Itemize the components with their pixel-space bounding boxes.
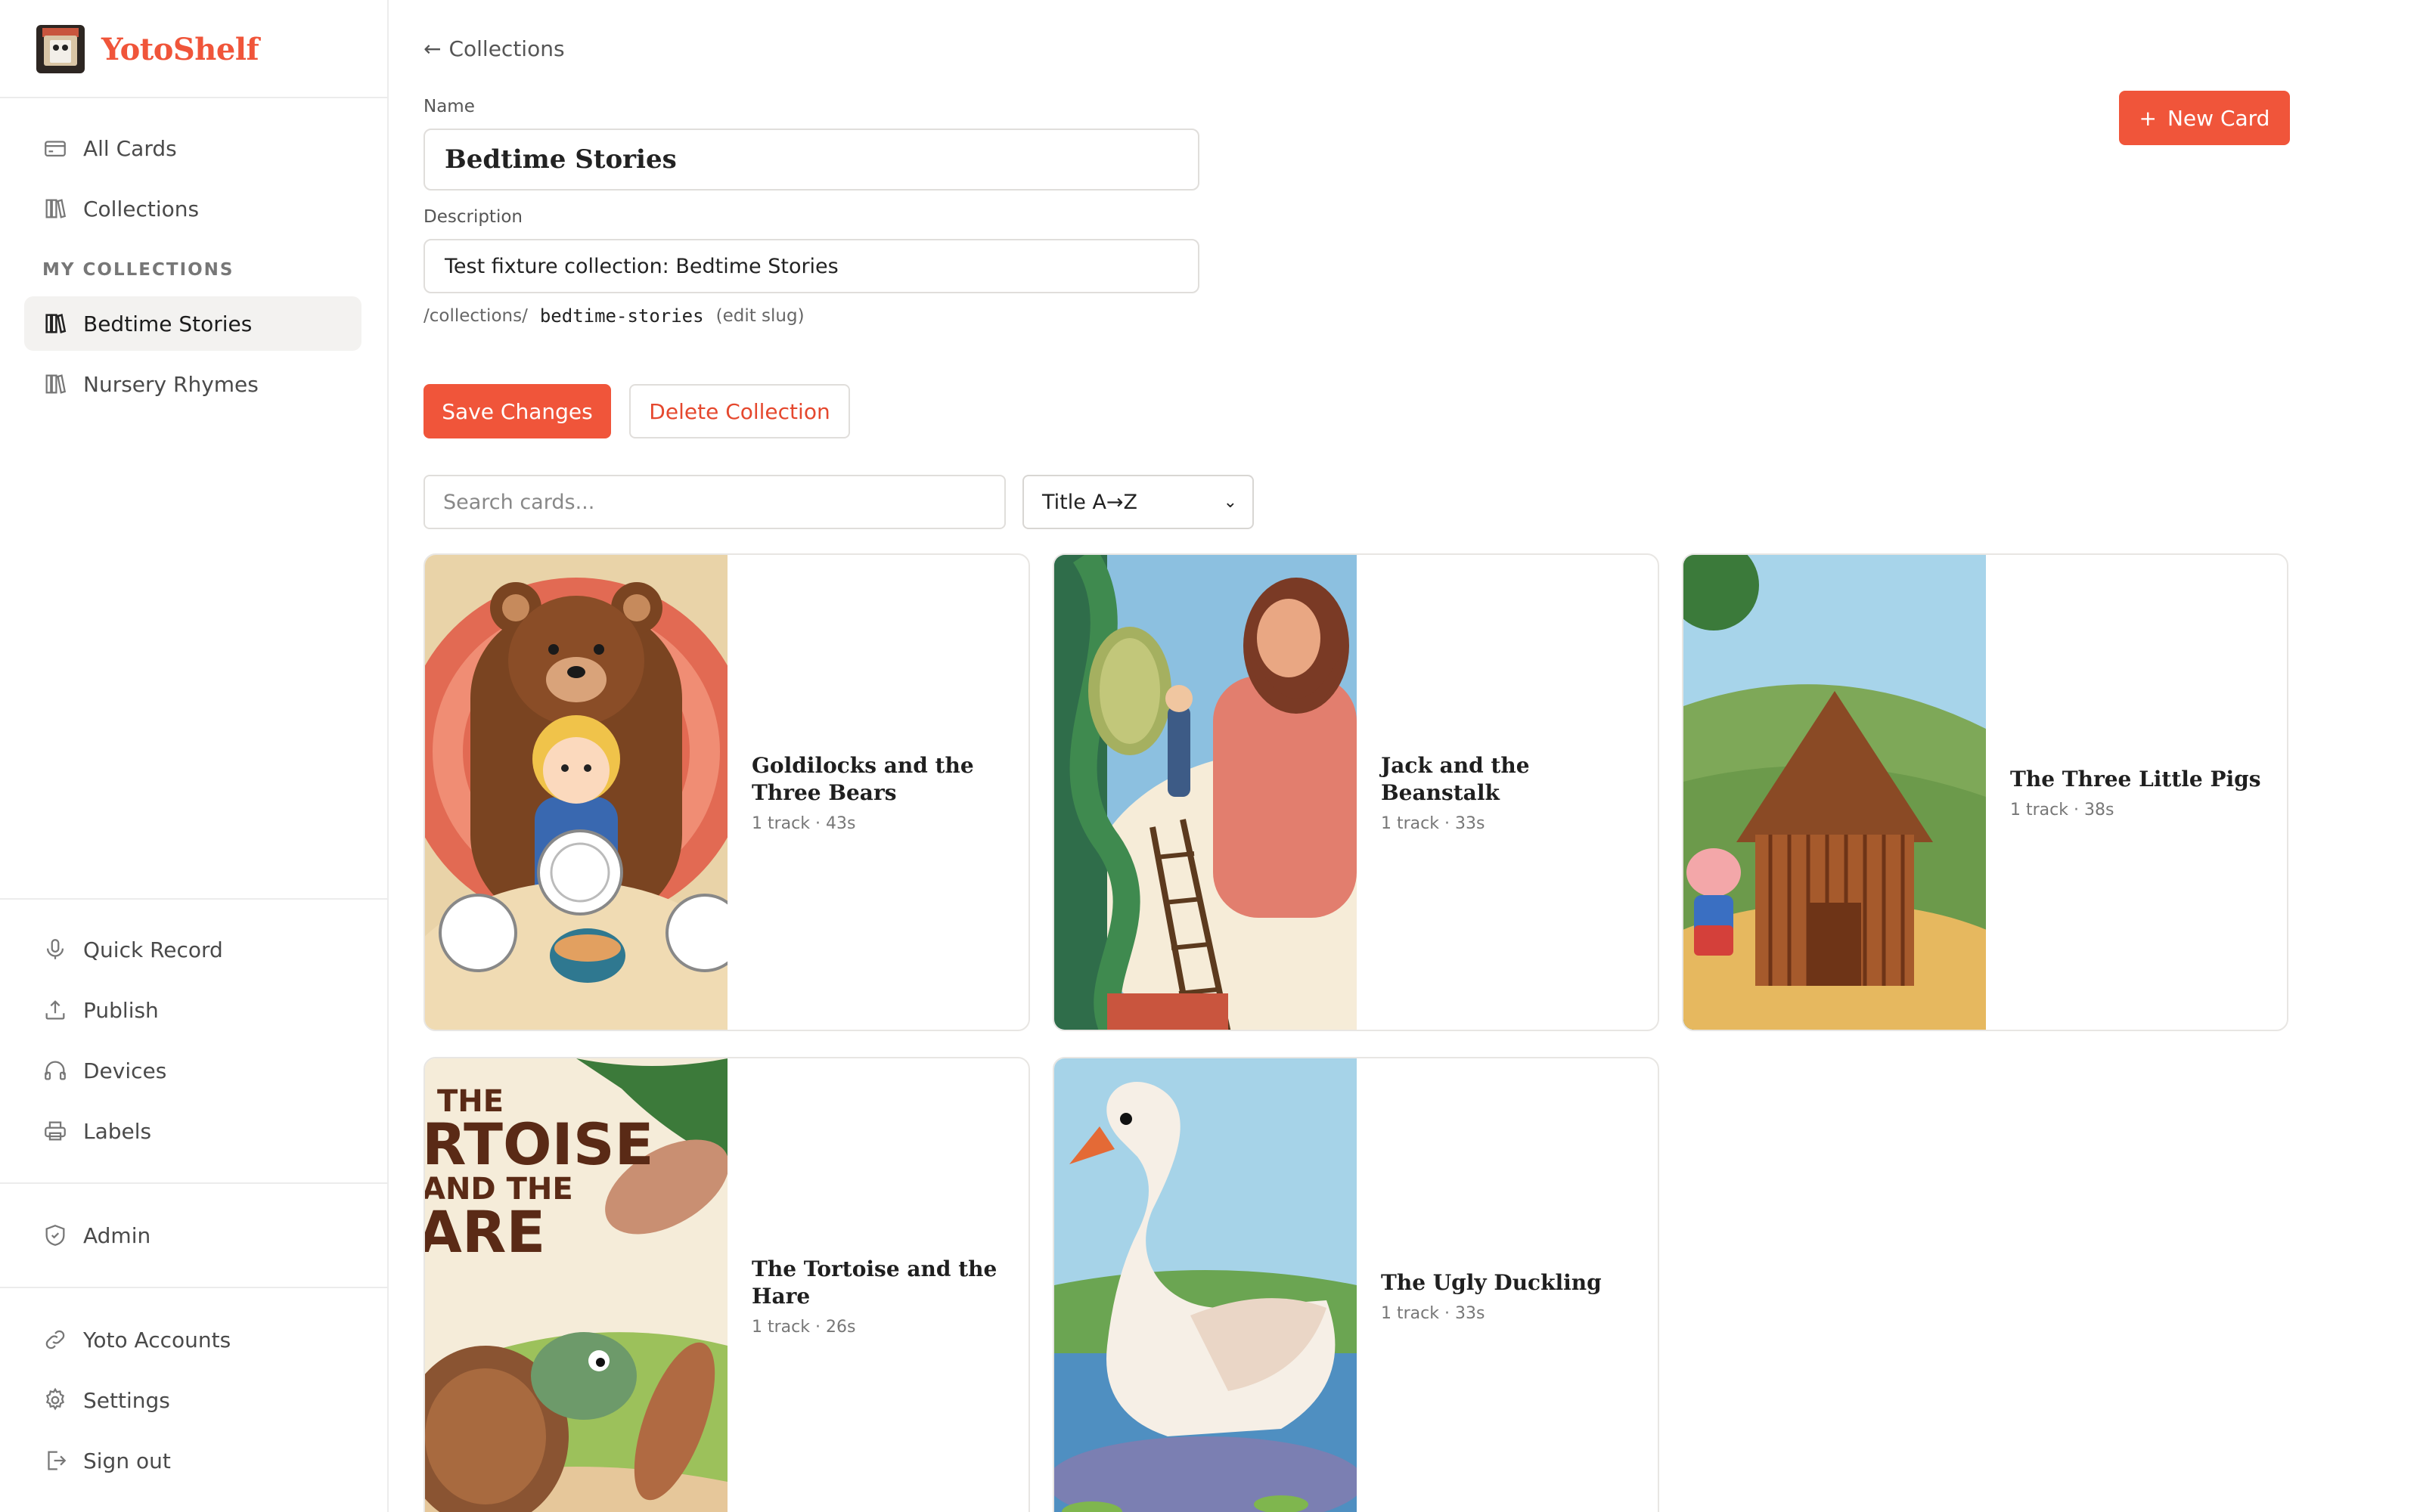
brand[interactable]: YotoShelf — [36, 24, 259, 74]
card-cover-image — [1054, 1058, 1357, 1512]
cover-title-text: ARE — [425, 1198, 545, 1266]
sidebar-item-publish[interactable]: Publish — [24, 983, 361, 1037]
new-card-label: New Card — [2167, 105, 2270, 131]
upload-icon — [42, 997, 68, 1023]
new-card-button[interactable]: + New Card — [2119, 91, 2290, 145]
sidebar-item-label: All Cards — [83, 135, 177, 161]
sidebar-item-label: Devices — [83, 1058, 167, 1083]
card-meta: 1 track · 43s — [752, 813, 856, 833]
sidebar-item-admin[interactable]: Admin — [24, 1208, 361, 1263]
card-tile[interactable]: The Three Little Pigs 1 track · 38s — [1682, 553, 2288, 1031]
books-icon — [42, 311, 68, 336]
sidebar-item-nursery-rhymes[interactable]: Nursery Rhymes — [24, 357, 361, 411]
card-meta: 1 track · 38s — [2010, 800, 2114, 820]
card-tile[interactable]: The Ugly Duckling 1 track · 33s — [1053, 1057, 1659, 1512]
sidebar-item-bedtime-stories[interactable]: Bedtime Stories — [24, 296, 361, 351]
printer-icon — [42, 1118, 68, 1144]
sidebar-item-label: Sign out — [83, 1448, 171, 1473]
app-name: YotoShelf — [101, 31, 259, 67]
sidebar-divider — [0, 898, 387, 900]
sidebar-item-label: Labels — [83, 1118, 152, 1144]
sidebar-item-label: Yoto Accounts — [83, 1327, 231, 1352]
sidebar-item-collections[interactable]: Collections — [24, 181, 361, 236]
delete-collection-button[interactable]: Delete Collection — [629, 384, 850, 438]
cover-title-text: RTOISE — [425, 1111, 654, 1178]
card-cover-image — [425, 555, 728, 1030]
search-cards-input[interactable]: Search cards... — [424, 475, 1006, 529]
collection-name-input[interactable]: Bedtime Stories — [424, 129, 1199, 191]
card-title: The Tortoise and the Hare — [752, 1256, 997, 1309]
card-info: The Ugly Duckling 1 track · 33s — [1357, 1058, 1658, 1512]
sidebar-item-all-cards[interactable]: All Cards — [24, 121, 361, 175]
card-title: The Ugly Duckling — [1381, 1269, 1602, 1295]
headphones-icon — [42, 1058, 68, 1083]
card-meta: 1 track · 33s — [1381, 1303, 1485, 1323]
card-info: The Three Little Pigs 1 track · 38s — [1986, 555, 2287, 1030]
card-tile[interactable]: Jack and the Beanstalk 1 track · 33s — [1053, 553, 1659, 1031]
sidebar-item-label: Publish — [83, 997, 159, 1023]
slug-row: /collections/ bedtime-stories (edit slug… — [424, 305, 805, 327]
sidebar-item-sign-out[interactable]: Sign out — [24, 1433, 361, 1488]
sidebar-item-quick-record[interactable]: Quick Record — [24, 922, 361, 977]
card-info: Goldilocks and the Three Bears 1 track ·… — [728, 555, 1028, 1030]
sidebar-divider — [0, 97, 387, 98]
name-label: Name — [424, 97, 475, 116]
save-changes-button[interactable]: Save Changes — [424, 384, 611, 438]
sidebar-divider — [0, 1182, 387, 1184]
card-tile[interactable]: THE RTOISE AND THE ARE The Tortoise and … — [424, 1057, 1030, 1512]
sidebar-item-label: Quick Record — [83, 937, 223, 962]
sidebar-item-label: Nursery Rhymes — [83, 371, 259, 397]
chevron-down-icon: ⌄ — [1223, 492, 1237, 512]
sidebar-item-label: Admin — [83, 1222, 151, 1248]
microphone-icon — [42, 937, 68, 962]
sidebar-item-label: Bedtime Stories — [83, 311, 253, 336]
sidebar-divider — [0, 1287, 387, 1288]
card-title: Jack and the Beanstalk — [1381, 752, 1530, 805]
back-link-label: Collections — [448, 36, 565, 61]
card-info: Jack and the Beanstalk 1 track · 33s — [1357, 555, 1658, 1030]
card-title: The Three Little Pigs — [2010, 766, 2261, 792]
sidebar-item-label: Settings — [83, 1387, 170, 1413]
sidebar-item-labels[interactable]: Labels — [24, 1104, 361, 1158]
books-icon — [42, 371, 68, 397]
card-icon — [42, 135, 68, 161]
card-info: The Tortoise and the Hare 1 track · 26s — [728, 1058, 1028, 1512]
card-cover-image — [1054, 555, 1357, 1030]
card-cover-image — [1683, 555, 1986, 1030]
edit-slug-link[interactable]: (edit slug) — [716, 306, 805, 326]
card-cover-image: THE RTOISE AND THE ARE — [425, 1058, 728, 1512]
sort-select[interactable]: Title A→Z ⌄ — [1022, 475, 1254, 529]
main-content: ← Collections Name Bedtime Stories Descr… — [389, 0, 2420, 1512]
slug-prefix: /collections/ — [424, 306, 528, 326]
link-icon — [42, 1327, 68, 1352]
sidebar-item-yoto-accounts[interactable]: Yoto Accounts — [24, 1312, 361, 1367]
sidebar-item-devices[interactable]: Devices — [24, 1043, 361, 1098]
plus-icon: + — [2139, 105, 2157, 131]
description-label: Description — [424, 207, 523, 227]
back-to-collections-link[interactable]: ← Collections — [424, 36, 565, 61]
sort-value: Title A→Z — [1042, 490, 1138, 514]
app-root: YotoShelf All Cards Collections MY COLLE… — [0, 0, 2420, 1512]
books-icon — [42, 196, 68, 222]
my-collections-heading: MY COLLECTIONS — [42, 260, 234, 280]
slug-value: bedtime-stories — [539, 305, 704, 327]
arrow-left-icon: ← — [424, 36, 442, 61]
app-logo — [36, 25, 85, 73]
gear-icon — [42, 1387, 68, 1413]
card-title: Goldilocks and the Three Bears — [752, 752, 974, 805]
sidebar: YotoShelf All Cards Collections MY COLLE… — [0, 0, 389, 1512]
sidebar-item-label: Collections — [83, 196, 200, 222]
card-meta: 1 track · 26s — [752, 1317, 856, 1337]
card-tile[interactable]: Goldilocks and the Three Bears 1 track ·… — [424, 553, 1030, 1031]
card-meta: 1 track · 33s — [1381, 813, 1485, 833]
sidebar-item-settings[interactable]: Settings — [24, 1373, 361, 1427]
shield-icon — [42, 1222, 68, 1248]
sign-out-icon — [42, 1448, 68, 1473]
collection-description-input[interactable]: Test fixture collection: Bedtime Stories — [424, 239, 1199, 293]
